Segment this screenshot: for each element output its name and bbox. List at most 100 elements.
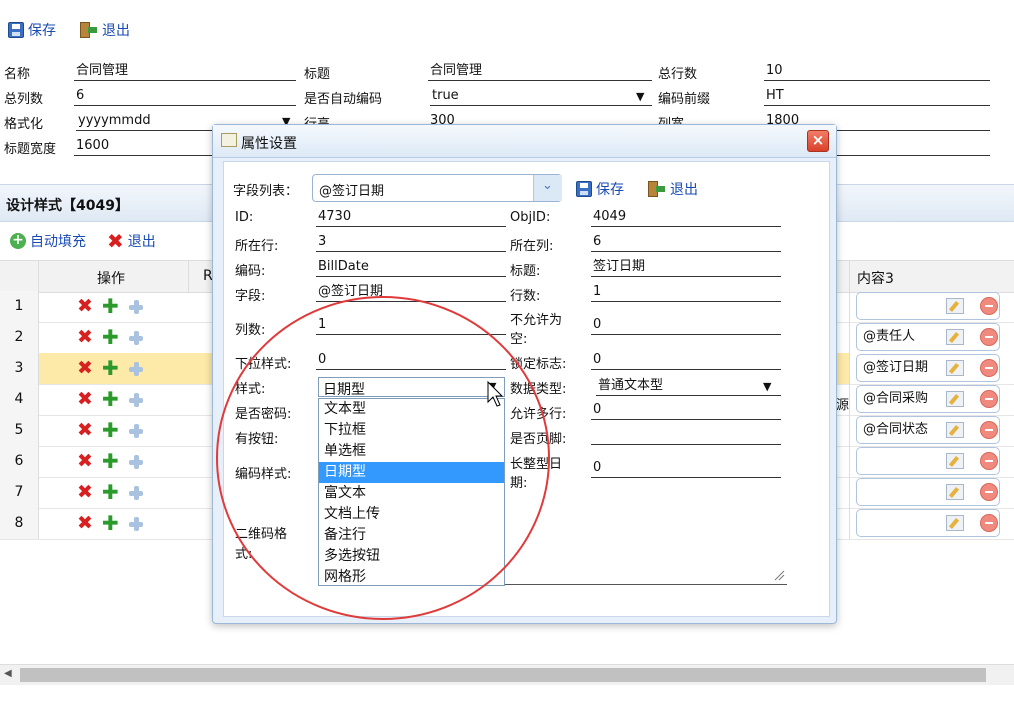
auto-code-select[interactable]: true [430, 86, 652, 106]
insert-row-icon[interactable] [128, 454, 146, 470]
remove-icon[interactable] [980, 297, 998, 315]
dropdown-option[interactable]: 单选框 [319, 441, 504, 462]
add-row-icon[interactable]: ✚ [102, 482, 119, 502]
dialog-title-field[interactable]: 签订日期 [591, 257, 781, 277]
remove-icon[interactable] [980, 421, 998, 439]
style-dropdown-list[interactable]: 文本型 下拉框 单选框 日期型 富文本 文档上传 备注行 多选按钮 网格形 [318, 398, 505, 586]
style-select[interactable]: 日期型 ▼ [318, 377, 505, 398]
cols-field[interactable]: 1 [316, 315, 506, 335]
insert-row-icon[interactable] [128, 361, 146, 377]
resize-grip-icon[interactable] [773, 569, 785, 581]
delete-row-icon[interactable]: ✖ [77, 483, 93, 502]
chevron-down-icon[interactable]: ▼ [763, 380, 771, 393]
add-row-icon[interactable]: ✚ [102, 451, 119, 471]
remove-icon[interactable] [980, 359, 998, 377]
dialog-exit-button[interactable]: 退出 [648, 179, 698, 199]
insert-row-icon[interactable] [128, 516, 146, 532]
autofill-button[interactable]: + 自动填充 [10, 231, 86, 251]
id-field[interactable]: 4730 [316, 207, 506, 227]
footer-field[interactable] [591, 425, 781, 445]
edit-icon[interactable] [946, 329, 964, 345]
add-row-icon[interactable]: ✚ [102, 327, 119, 347]
insert-row-icon[interactable] [128, 392, 146, 408]
edit-icon[interactable] [946, 360, 964, 376]
dropdown-option[interactable]: 日期型 [319, 462, 504, 483]
scrollbar-thumb[interactable] [20, 668, 986, 682]
remove-icon[interactable] [980, 483, 998, 501]
title-field[interactable]: 合同管理 [428, 61, 652, 81]
add-row-icon[interactable]: ✚ [102, 358, 119, 378]
edit-icon[interactable] [946, 484, 964, 500]
content3-cell[interactable] [856, 478, 1000, 506]
dialog-close-button[interactable]: × [807, 130, 829, 152]
field-list-select[interactable]: @签订日期 ⌄ [312, 174, 562, 202]
delete-row-icon[interactable]: ✖ [77, 452, 93, 471]
insert-row-icon[interactable] [128, 299, 146, 315]
add-row-icon[interactable]: ✚ [102, 296, 119, 316]
save-button[interactable]: 保存 [8, 20, 56, 40]
add-row-icon[interactable]: ✚ [102, 420, 119, 440]
col-field[interactable]: 6 [591, 232, 781, 252]
remove-icon[interactable] [980, 514, 998, 532]
qrcode-textarea[interactable] [505, 584, 787, 585]
code-field[interactable]: BillDate [316, 257, 506, 277]
content3-cell[interactable]: @签订日期 [856, 354, 1000, 382]
content3-cell[interactable] [856, 509, 1000, 537]
chevron-down-icon: ▼ [636, 90, 645, 103]
dropdown-option[interactable]: 多选按钮 [319, 546, 504, 567]
total-rows-field[interactable]: 10 [764, 61, 990, 81]
dropdown-option[interactable]: 富文本 [319, 483, 504, 504]
dialog-save-button[interactable]: 保存 [576, 179, 624, 199]
content3-cell[interactable] [856, 292, 1000, 320]
dropdown-option[interactable]: 文档上传 [319, 504, 504, 525]
edit-icon[interactable] [946, 298, 964, 314]
add-row-icon[interactable]: ✚ [102, 389, 119, 409]
delete-row-icon[interactable]: ✖ [77, 328, 93, 347]
objid-field[interactable]: 4049 [591, 207, 781, 227]
content3-cell[interactable]: @合同采购 [856, 385, 1000, 413]
qrcode-label-line1: 二维码格 [235, 527, 288, 542]
insert-row-icon[interactable] [128, 330, 146, 346]
delete-row-icon[interactable]: ✖ [77, 359, 93, 378]
field-field[interactable]: @签订日期 [316, 282, 506, 302]
content3-cell[interactable]: @责任人 [856, 323, 1000, 351]
remove-icon[interactable] [980, 328, 998, 346]
remove-icon[interactable] [980, 390, 998, 408]
insert-row-icon[interactable] [128, 485, 146, 501]
content3-cell[interactable] [856, 447, 1000, 475]
lock-field[interactable]: 0 [591, 350, 781, 370]
code-prefix-field[interactable]: HT [764, 86, 990, 106]
total-cols-field[interactable]: 6 [74, 86, 296, 106]
nullable-field[interactable]: 0 [591, 315, 781, 335]
horizontal-scrollbar[interactable]: ◀ [0, 664, 1014, 685]
edit-icon[interactable] [946, 453, 964, 469]
exit-button[interactable]: 退出 [80, 20, 130, 40]
chevron-down-icon[interactable]: ⌄ [533, 175, 562, 201]
dropdown-option[interactable]: 网格形 [319, 567, 504, 588]
edit-icon[interactable] [946, 391, 964, 407]
dropdown-option[interactable]: 文本型 [319, 399, 504, 420]
dropdown-option[interactable]: 下拉框 [319, 420, 504, 441]
dropdown-option[interactable]: 备注行 [319, 525, 504, 546]
longdate-field[interactable]: 0 [591, 458, 781, 478]
design-exit-button[interactable]: ✖ 退出 [107, 231, 156, 251]
row-field[interactable]: 3 [316, 232, 506, 252]
delete-row-icon[interactable]: ✖ [77, 390, 93, 409]
scroll-left-icon[interactable]: ◀ [4, 668, 12, 679]
edit-icon[interactable] [946, 422, 964, 438]
content3-cell[interactable]: @合同状态 [856, 416, 1000, 444]
delete-row-icon[interactable]: ✖ [77, 421, 93, 440]
name-field[interactable]: 合同管理 [74, 61, 296, 81]
add-row-icon[interactable]: ✚ [102, 513, 119, 533]
row-number: 5 [0, 415, 39, 446]
save-icon [8, 22, 24, 38]
delete-row-icon[interactable]: ✖ [77, 297, 93, 316]
dropstyle-field[interactable]: 0 [316, 350, 506, 370]
datatype-select[interactable]: 普通文本型 [596, 376, 781, 396]
remove-icon[interactable] [980, 452, 998, 470]
edit-icon[interactable] [946, 515, 964, 531]
insert-row-icon[interactable] [128, 423, 146, 439]
multiline-field[interactable]: 0 [591, 400, 781, 420]
rows-field[interactable]: 1 [591, 282, 781, 302]
delete-row-icon[interactable]: ✖ [77, 514, 93, 533]
